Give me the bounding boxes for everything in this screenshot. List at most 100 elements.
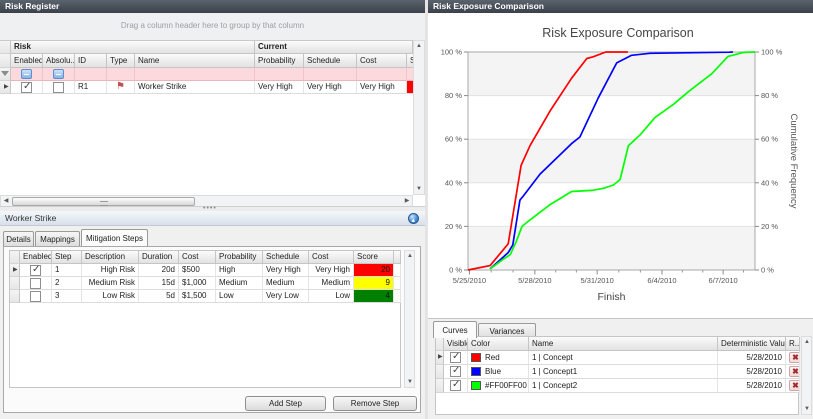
- column-header-cost[interactable]: Cost: [357, 54, 407, 68]
- step-enabled-checkbox[interactable]: [30, 265, 41, 276]
- remove-cell[interactable]: ✖: [786, 365, 800, 379]
- column-header-type[interactable]: Type: [107, 54, 135, 68]
- step-cell[interactable]: Medium Risk: [82, 277, 139, 290]
- curve-color-swatch[interactable]: [471, 353, 481, 362]
- step-cell[interactable]: Very High: [263, 264, 309, 277]
- enabled-cell[interactable]: [20, 290, 52, 303]
- scroll-up-icon[interactable]: ▲: [405, 251, 415, 261]
- enabled-checkbox[interactable]: [21, 82, 32, 93]
- column-header-name[interactable]: Name: [529, 337, 718, 351]
- column-header-probability[interactable]: Probability: [216, 251, 263, 264]
- tab-mappings[interactable]: Mappings: [35, 231, 80, 246]
- curve-color-swatch[interactable]: [471, 367, 481, 376]
- tab-mitigation-steps[interactable]: Mitigation Steps: [81, 229, 148, 246]
- step-cell[interactable]: 3: [52, 290, 82, 303]
- color-cell[interactable]: Blue: [468, 365, 529, 379]
- band-header-current[interactable]: Current: [255, 41, 413, 54]
- column-header-id[interactable]: ID: [75, 54, 107, 68]
- filter-cell[interactable]: [107, 68, 135, 81]
- column-header-schedule[interactable]: Schedule: [304, 54, 357, 68]
- score-cell[interactable]: 9: [354, 277, 394, 290]
- deterministic-value-cell[interactable]: 5/28/2010: [718, 351, 786, 365]
- add-step-button[interactable]: Add Step: [245, 396, 326, 411]
- panel-pin-icon[interactable]: [408, 213, 419, 224]
- step-enabled-checkbox[interactable]: [30, 291, 41, 302]
- scroll-up-icon[interactable]: ▲: [414, 41, 424, 51]
- remove-curve-icon[interactable]: ✖: [789, 366, 800, 377]
- step-cell[interactable]: $1,000: [179, 277, 216, 290]
- probability-cell[interactable]: Very High: [255, 81, 304, 94]
- name-cell[interactable]: Worker Strike: [135, 81, 255, 94]
- step-cell[interactable]: High: [216, 264, 263, 277]
- column-header-duration[interactable]: Duration: [139, 251, 179, 264]
- column-header-enabled[interactable]: Enabled: [11, 54, 43, 68]
- scroll-down-icon[interactable]: ▼: [802, 404, 812, 414]
- filter-cell[interactable]: [11, 68, 43, 81]
- step-cell[interactable]: 20d: [139, 264, 179, 277]
- mitigation-grid-vscrollbar[interactable]: ▲▼: [404, 250, 415, 388]
- column-header-deterministicvalue[interactable]: Deterministic Value: [718, 337, 786, 351]
- enabled-cell[interactable]: [11, 81, 43, 94]
- filter-cell[interactable]: [43, 68, 75, 81]
- step-cell[interactable]: 1: [52, 264, 82, 277]
- filter-condition-icon[interactable]: [53, 69, 64, 79]
- filter-condition-icon[interactable]: [21, 69, 32, 79]
- step-cell[interactable]: Low: [309, 290, 354, 303]
- step-cell[interactable]: Low: [216, 290, 263, 303]
- step-cell[interactable]: 5d: [139, 290, 179, 303]
- column-header-step[interactable]: Step: [52, 251, 82, 264]
- hscroll-thumb[interactable]: [12, 197, 195, 206]
- step-enabled-checkbox[interactable]: [30, 278, 41, 289]
- visible-cell[interactable]: [444, 351, 468, 365]
- filter-cell[interactable]: [357, 68, 407, 81]
- tab-details[interactable]: Details: [3, 231, 34, 246]
- visible-cell[interactable]: [444, 365, 468, 379]
- column-header-r[interactable]: R...: [786, 337, 800, 351]
- remove-cell[interactable]: ✖: [786, 379, 800, 393]
- group-by-area[interactable]: Drag a column header here to group by th…: [0, 13, 425, 40]
- column-header-cost[interactable]: Cost: [309, 251, 354, 264]
- visible-cell[interactable]: [444, 379, 468, 393]
- band-header-risk[interactable]: Risk: [11, 41, 255, 54]
- step-cell[interactable]: Very High: [309, 264, 354, 277]
- step-cell[interactable]: Medium: [216, 277, 263, 290]
- remove-cell[interactable]: ✖: [786, 351, 800, 365]
- id-cell[interactable]: R1: [75, 81, 107, 94]
- remove-step-button[interactable]: Remove Step: [333, 396, 417, 411]
- step-cell[interactable]: Very Low: [263, 290, 309, 303]
- color-cell[interactable]: #FF00FF00: [468, 379, 529, 393]
- filter-cell[interactable]: [75, 68, 107, 81]
- deterministic-value-cell[interactable]: 5/28/2010: [718, 379, 786, 393]
- step-cell[interactable]: 2: [52, 277, 82, 290]
- column-header-probability[interactable]: Probability: [255, 54, 304, 68]
- scroll-up-icon[interactable]: ▲: [802, 337, 812, 347]
- curve-visible-checkbox[interactable]: [450, 366, 461, 377]
- step-cell[interactable]: Medium: [309, 277, 354, 290]
- absolute-checkbox[interactable]: [53, 82, 64, 93]
- curve-visible-checkbox[interactable]: [450, 352, 461, 363]
- remove-curve-icon[interactable]: ✖: [789, 380, 800, 391]
- name-cell[interactable]: 1 | Concept1: [529, 365, 718, 379]
- cost-cell[interactable]: Very High: [357, 81, 407, 94]
- name-cell[interactable]: 1 | Concept: [529, 351, 718, 365]
- deterministic-value-cell[interactable]: 5/28/2010: [718, 365, 786, 379]
- name-cell[interactable]: 1 | Concept2: [529, 379, 718, 393]
- scroll-right-icon[interactable]: ▶: [402, 196, 412, 206]
- step-cell[interactable]: 15d: [139, 277, 179, 290]
- score-cell[interactable]: 4: [354, 290, 394, 303]
- absolute-cell[interactable]: [43, 81, 75, 94]
- step-cell[interactable]: Low Risk: [82, 290, 139, 303]
- column-header-color[interactable]: Color: [468, 337, 529, 351]
- column-header-name[interactable]: Name: [135, 54, 255, 68]
- column-header-score[interactable]: Score: [354, 251, 394, 264]
- column-header-schedule[interactable]: Schedule: [263, 251, 309, 264]
- step-cell[interactable]: $1,500: [179, 290, 216, 303]
- column-header-absolu[interactable]: Absolu...: [43, 54, 75, 68]
- step-cell[interactable]: $500: [179, 264, 216, 277]
- type-cell[interactable]: ⚑: [107, 81, 135, 94]
- curve-visible-checkbox[interactable]: [450, 380, 461, 391]
- score-cell[interactable]: 20: [354, 264, 394, 277]
- step-cell[interactable]: High Risk: [82, 264, 139, 277]
- schedule-cell[interactable]: Very High: [304, 81, 357, 94]
- scroll-down-icon[interactable]: ▼: [414, 184, 424, 194]
